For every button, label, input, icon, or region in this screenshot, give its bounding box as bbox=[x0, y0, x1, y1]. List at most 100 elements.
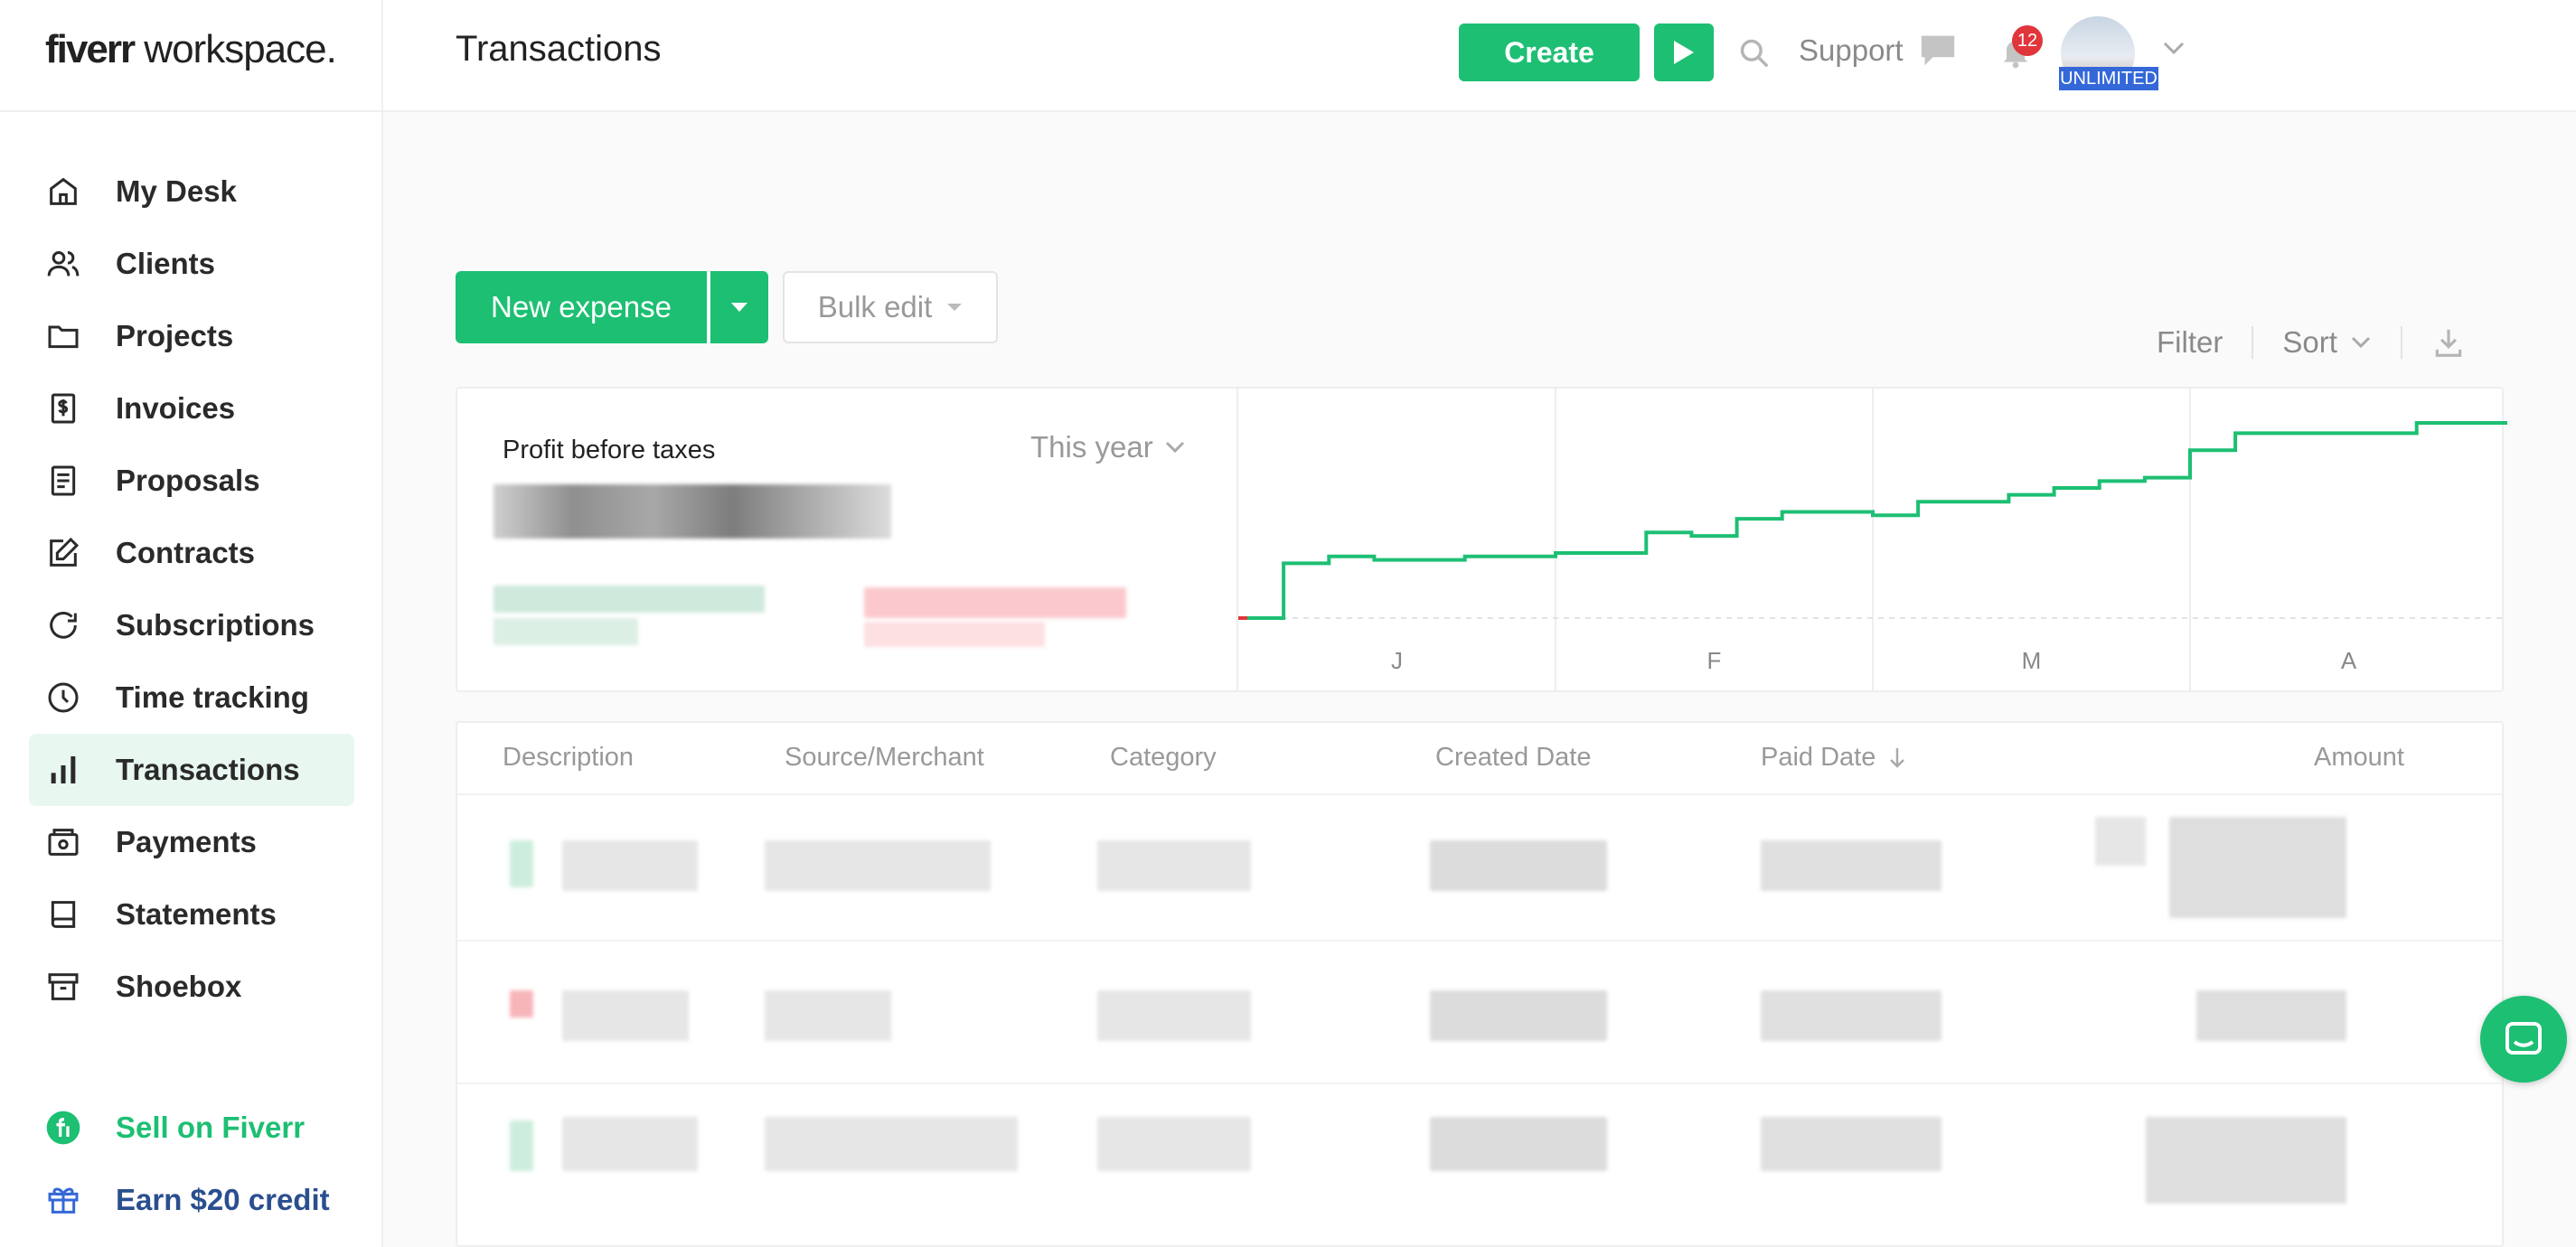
sidebar-item-label: Projects bbox=[116, 319, 234, 352]
archive-icon bbox=[48, 973, 79, 1000]
sidebar-item-proposals[interactable]: Proposals bbox=[29, 445, 354, 517]
cell-blurred bbox=[1430, 1117, 1607, 1171]
sidebar-item-label: Proposals bbox=[116, 464, 260, 497]
chat-launcher-button[interactable] bbox=[2480, 996, 2567, 1083]
column-header-source[interactable]: Source/Merchant bbox=[785, 743, 984, 773]
status-marker bbox=[510, 1120, 533, 1171]
sidebar-item-contracts[interactable]: Contracts bbox=[29, 517, 354, 589]
folder-icon bbox=[48, 325, 79, 349]
period-dropdown[interactable]: This year bbox=[1030, 430, 1186, 464]
period-label: This year bbox=[1030, 430, 1153, 464]
gift-icon bbox=[48, 1187, 79, 1214]
refresh-icon bbox=[50, 612, 77, 639]
cell-blurred bbox=[765, 990, 891, 1041]
caret-down-icon bbox=[947, 304, 963, 311]
notification-badge: 12 bbox=[2012, 25, 2043, 56]
bulk-edit-button[interactable]: Bulk edit bbox=[783, 271, 998, 343]
table-tools: Filter Sort bbox=[2157, 325, 2466, 360]
profit-label: Profit before taxes bbox=[503, 436, 716, 464]
sidebar-item-clients[interactable]: Clients bbox=[29, 228, 354, 300]
column-header-amount[interactable]: Amount bbox=[2314, 743, 2404, 773]
sidebar-item-statements[interactable]: Statements bbox=[29, 878, 354, 951]
divider bbox=[2400, 326, 2402, 359]
play-button[interactable] bbox=[1654, 23, 1714, 81]
support-button[interactable]: Support bbox=[1799, 33, 1958, 69]
cell-blurred bbox=[1761, 1117, 1941, 1171]
status-marker bbox=[510, 990, 533, 1017]
expense-amount-blurred bbox=[864, 587, 1126, 618]
transactions-table: Description Source/Merchant Category Cre… bbox=[456, 721, 2504, 1247]
cell-blurred bbox=[1097, 990, 1251, 1041]
filter-button[interactable]: Filter bbox=[2157, 325, 2223, 360]
account-menu-toggle[interactable] bbox=[2162, 40, 2186, 61]
clock-icon bbox=[48, 682, 79, 713]
income-amount-blurred bbox=[494, 586, 765, 613]
sidebar-bottom: Sell on Fiverr Earn $20 credit bbox=[29, 1092, 354, 1236]
new-expense-dropdown-button[interactable] bbox=[710, 271, 768, 343]
column-header-created-date[interactable]: Created Date bbox=[1435, 743, 1592, 773]
column-header-category[interactable]: Category bbox=[1110, 743, 1217, 773]
edit-icon bbox=[50, 537, 80, 567]
sidebar-item-label: Subscriptions bbox=[116, 608, 315, 642]
home-icon bbox=[50, 177, 77, 205]
page-title: Transactions bbox=[456, 29, 662, 69]
cell-blurred bbox=[1761, 840, 1941, 891]
bulk-edit-label: Bulk edit bbox=[817, 290, 933, 323]
sidebar-item-label: Shoebox bbox=[116, 970, 242, 1003]
status-marker bbox=[510, 840, 533, 887]
cell-blurred bbox=[562, 840, 698, 891]
amount-blurred bbox=[2196, 990, 2346, 1041]
app-logo[interactable]: fiverr workspace. bbox=[45, 27, 337, 72]
new-expense-button[interactable]: New expense bbox=[456, 271, 707, 343]
sidebar-item-payments[interactable]: Payments bbox=[29, 806, 354, 878]
x-tick-label: F bbox=[1707, 647, 1722, 674]
expense-amount-blurred-2 bbox=[864, 622, 1045, 647]
sidebar-item-time-tracking[interactable]: Time tracking bbox=[29, 661, 354, 734]
sidebar-item-invoices[interactable]: Invoices bbox=[29, 372, 354, 445]
create-button[interactable]: Create bbox=[1459, 23, 1640, 81]
amount-blurred bbox=[2169, 817, 2346, 918]
search-button[interactable] bbox=[1737, 36, 1772, 75]
chevron-down-icon bbox=[2351, 336, 2370, 349]
cell-blurred bbox=[1097, 840, 1251, 891]
cell-blurred bbox=[2095, 817, 2146, 866]
income-amount-blurred-2 bbox=[494, 618, 638, 645]
paid-date-label: Paid Date bbox=[1761, 743, 1876, 772]
sidebar-item-label: Time tracking bbox=[116, 680, 309, 714]
sort-button[interactable]: Sort bbox=[2282, 325, 2372, 360]
divider bbox=[2252, 326, 2254, 359]
play-icon bbox=[1674, 41, 1694, 64]
sidebar-item-shoebox[interactable]: Shoebox bbox=[29, 951, 354, 1023]
cell-blurred bbox=[1430, 840, 1607, 891]
sidebar-item-label: Invoices bbox=[116, 391, 236, 425]
sell-on-fiverr-link[interactable]: Sell on Fiverr bbox=[29, 1092, 354, 1164]
column-header-description[interactable]: Description bbox=[503, 743, 634, 773]
profit-amount-blurred bbox=[494, 484, 891, 539]
support-label: Support bbox=[1799, 33, 1904, 67]
sidebar-item-label: Contracts bbox=[116, 536, 256, 569]
earn-credit-link[interactable]: Earn $20 credit bbox=[29, 1164, 354, 1236]
sidebar-item-transactions[interactable]: Transactions bbox=[29, 734, 354, 806]
profit-line-chart: JFMA bbox=[1238, 389, 2507, 692]
wallet-icon bbox=[48, 829, 79, 856]
cell-blurred bbox=[1761, 990, 1941, 1041]
sidebar-item-label: My Desk bbox=[116, 174, 237, 208]
sidebar-item-label: Statements bbox=[116, 897, 277, 931]
column-header-paid-date[interactable]: Paid Date bbox=[1761, 743, 1906, 773]
search-icon bbox=[1740, 39, 1769, 68]
sidebar-item-projects[interactable]: Projects bbox=[29, 300, 354, 372]
cell-blurred bbox=[562, 990, 689, 1041]
bar-chart-icon bbox=[51, 756, 76, 783]
sort-label: Sort bbox=[2282, 325, 2337, 359]
download-icon[interactable] bbox=[2431, 325, 2466, 360]
sidebar-nav: My Desk Clients Projects Invoices Propos… bbox=[29, 155, 354, 1023]
x-tick-label: J bbox=[1391, 647, 1403, 674]
sidebar-item-subscriptions[interactable]: Subscriptions bbox=[29, 589, 354, 661]
fiverr-icon bbox=[46, 1111, 80, 1145]
row-divider bbox=[457, 940, 2502, 942]
sidebar-item-label: Transactions bbox=[116, 753, 300, 786]
row-divider bbox=[457, 1083, 2502, 1084]
sort-arrow-down-icon bbox=[1890, 747, 1905, 768]
cell-blurred bbox=[765, 1117, 1018, 1171]
sidebar-item-my-desk[interactable]: My Desk bbox=[29, 155, 354, 228]
